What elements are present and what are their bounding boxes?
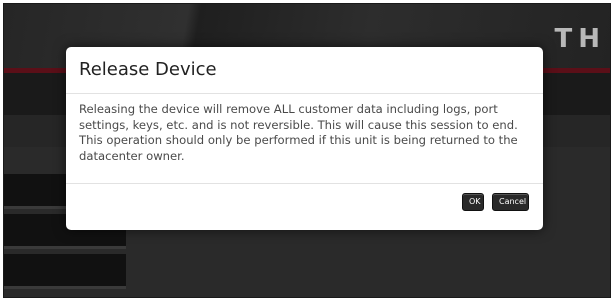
brand-logo: TH bbox=[554, 24, 606, 54]
cancel-button[interactable]: Cancel bbox=[492, 193, 529, 211]
dialog-message: Releasing the device will remove ALL cus… bbox=[79, 102, 518, 163]
dialog-title: Release Device bbox=[79, 59, 217, 80]
dialog-body: Releasing the device will remove ALL cus… bbox=[66, 94, 543, 184]
ok-button[interactable]: OK bbox=[462, 193, 484, 211]
dialog-header: Release Device bbox=[66, 47, 543, 94]
background-sidebar-item bbox=[4, 254, 126, 289]
release-device-dialog: Release Device Releasing the device will… bbox=[66, 47, 543, 230]
app-window: TH Release Device Releasing the device w… bbox=[3, 3, 611, 298]
dialog-footer: OK Cancel bbox=[66, 185, 543, 230]
